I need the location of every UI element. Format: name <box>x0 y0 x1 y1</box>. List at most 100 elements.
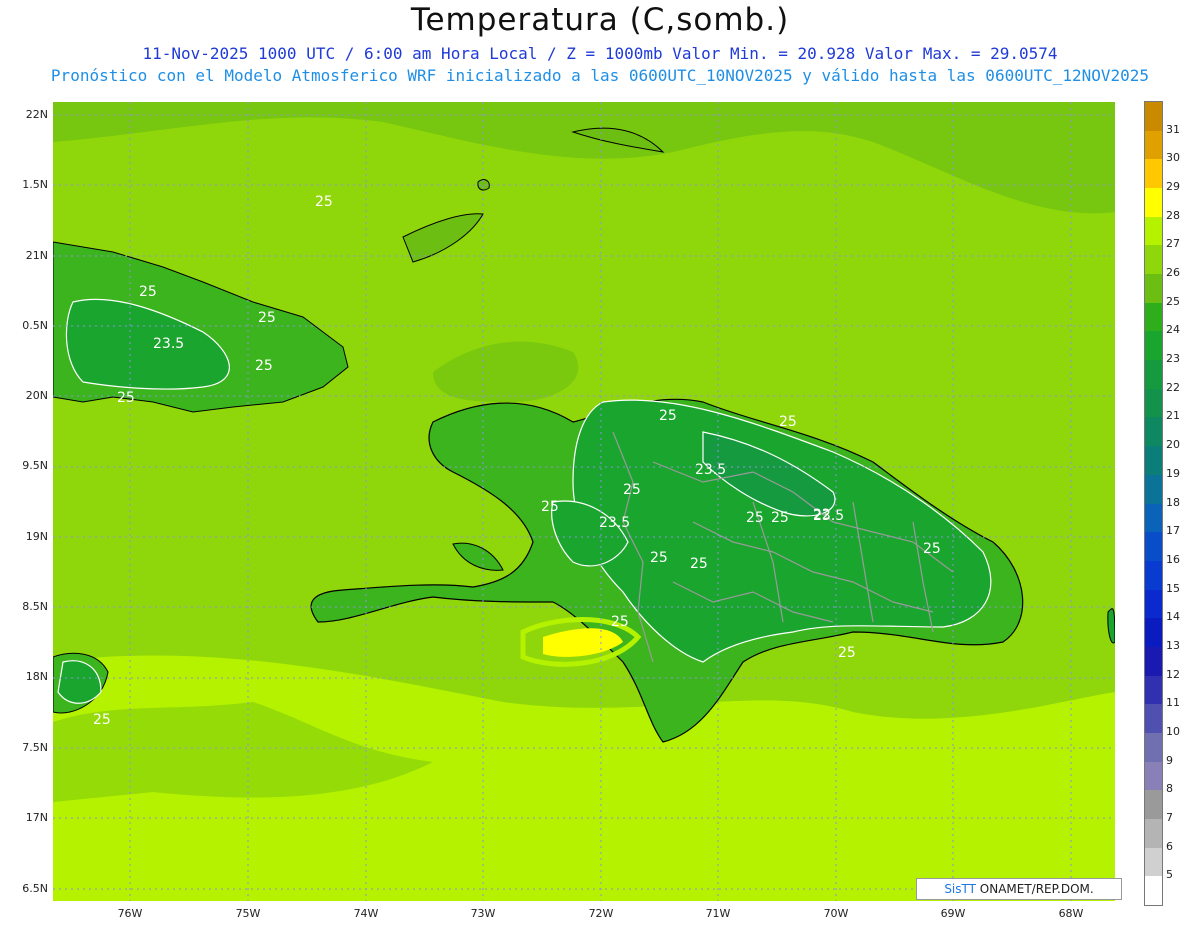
colorbar-label: 20 <box>1166 438 1180 452</box>
colorbar-swatch <box>1145 560 1162 591</box>
colorbar <box>1144 101 1163 906</box>
y-tick-label: 19N <box>25 530 48 543</box>
contour-label: 23.5 <box>599 515 630 531</box>
subtitle-model-info: Pronóstico con el Modelo Atmosferico WRF… <box>50 66 1150 85</box>
colorbar-label: 21 <box>1166 409 1180 423</box>
colorbar-swatch <box>1145 589 1162 619</box>
contour-label: 23.5 <box>695 462 726 478</box>
colorbar-swatch <box>1145 216 1162 246</box>
colorbar-swatch <box>1145 388 1162 418</box>
colorbar-label: 10 <box>1166 724 1180 738</box>
colorbar-label: 14 <box>1166 610 1180 624</box>
contour-label: 25 <box>315 194 333 210</box>
credit-text: ONAMET/REP.DOM. <box>975 882 1094 896</box>
contour-label: 25 <box>659 408 677 424</box>
y-tick-label: 18N <box>25 670 48 683</box>
colorbar-swatch <box>1145 732 1162 763</box>
x-tick-label: 75W <box>235 907 261 920</box>
colorbar-label: 8 <box>1166 782 1173 796</box>
x-tick-label: 70W <box>823 907 849 920</box>
contour-label: 25 <box>258 310 276 326</box>
colorbar-label: 24 <box>1166 323 1180 337</box>
contour-label: 25 <box>779 414 797 430</box>
y-tick-label: 0.5N <box>22 319 48 332</box>
x-tick-label: 71W <box>705 907 731 920</box>
contour-label: 25 <box>255 358 273 374</box>
colorbar-swatch <box>1145 876 1162 906</box>
colorbar-label: 27 <box>1166 237 1180 251</box>
y-tick-label: 20N <box>25 389 48 402</box>
colorbar-swatch <box>1145 188 1162 218</box>
colorbar-swatch <box>1145 646 1162 677</box>
colorbar-swatch <box>1145 790 1162 820</box>
colorbar-label: 29 <box>1166 180 1180 194</box>
temperature-map: 25 25 25 23.5 25 25 25 25 23.5 25 25 25 … <box>53 102 1115 901</box>
colorbar-swatch <box>1145 331 1162 361</box>
x-tick-label: 76W <box>117 907 143 920</box>
contour-label: 25 <box>923 541 941 557</box>
colorbar-label: 25 <box>1166 294 1180 308</box>
colorbar-label: 11 <box>1166 696 1180 710</box>
y-tick-label: 9.5N <box>22 459 48 472</box>
colorbar-swatch <box>1145 159 1162 189</box>
map-title: Temperatura (C,somb.) <box>410 2 790 38</box>
colorbar-swatch <box>1145 532 1162 562</box>
contour-label: 25 <box>690 556 708 572</box>
contour-label: 25 <box>838 645 856 661</box>
y-tick-label: 21N <box>25 249 48 262</box>
contour-label: 25 <box>93 712 111 728</box>
x-tick-label: 74W <box>353 907 379 920</box>
y-tick-label: 7.5N <box>22 741 48 754</box>
colorbar-swatch <box>1145 446 1162 476</box>
colorbar-label: 12 <box>1166 667 1180 681</box>
colorbar-swatch <box>1145 302 1162 332</box>
contour-label: 25 <box>541 499 559 515</box>
contour-label: 25 <box>746 510 764 526</box>
contour-label: 25 <box>650 550 668 566</box>
colorbar-label: 9 <box>1166 753 1173 767</box>
colorbar-swatch <box>1145 102 1162 132</box>
colorbar-swatch <box>1145 360 1162 390</box>
y-tick-label: 6.5N <box>22 882 48 895</box>
contour-label: 25 <box>611 614 629 630</box>
contour-label: 25 <box>771 510 789 526</box>
contour-label: 25 <box>623 482 641 498</box>
colorbar-swatch <box>1145 818 1162 849</box>
colorbar-label: 19 <box>1166 466 1180 480</box>
colorbar-label: 23 <box>1166 352 1180 366</box>
contour-label: 23.5 <box>153 336 184 352</box>
colorbar-swatch <box>1145 704 1162 734</box>
colorbar-swatch <box>1145 618 1162 648</box>
colorbar-swatch <box>1145 675 1162 705</box>
colorbar-swatch <box>1145 761 1162 791</box>
colorbar-swatch <box>1145 847 1162 877</box>
colorbar-swatch <box>1145 130 1162 160</box>
colorbar-swatch <box>1145 503 1162 533</box>
y-tick-label: 8.5N <box>22 600 48 613</box>
colorbar-label: 5 <box>1166 868 1173 882</box>
x-tick-label: 69W <box>940 907 966 920</box>
credit-box: SisTT ONAMET/REP.DOM. <box>916 878 1122 900</box>
x-tick-label: 68W <box>1058 907 1084 920</box>
colorbar-label: 30 <box>1166 151 1180 165</box>
x-tick-label: 73W <box>470 907 496 920</box>
colorbar-swatch <box>1145 474 1162 504</box>
contour-label: 25 <box>139 284 157 300</box>
colorbar-label: 28 <box>1166 208 1180 222</box>
colorbar-swatch <box>1145 245 1162 275</box>
colorbar-label: 15 <box>1166 581 1180 595</box>
colorbar-label: 22 <box>1166 380 1180 394</box>
contour-label: 25 <box>117 390 135 406</box>
colorbar-swatch <box>1145 417 1162 447</box>
colorbar-label: 31 <box>1166 122 1180 136</box>
brand-label: SisTT <box>944 882 976 896</box>
colorbar-label: 16 <box>1166 552 1180 566</box>
colorbar-label: 17 <box>1166 524 1180 538</box>
colorbar-label: 18 <box>1166 495 1180 509</box>
y-tick-label: 17N <box>25 811 48 824</box>
colorbar-swatch <box>1145 274 1162 304</box>
colorbar-label: 6 <box>1166 839 1173 853</box>
y-tick-label: 22N <box>25 108 48 121</box>
map-canvas: 25 25 25 23.5 25 25 25 25 23.5 25 25 25 … <box>53 102 1115 901</box>
colorbar-label: 7 <box>1166 810 1173 824</box>
